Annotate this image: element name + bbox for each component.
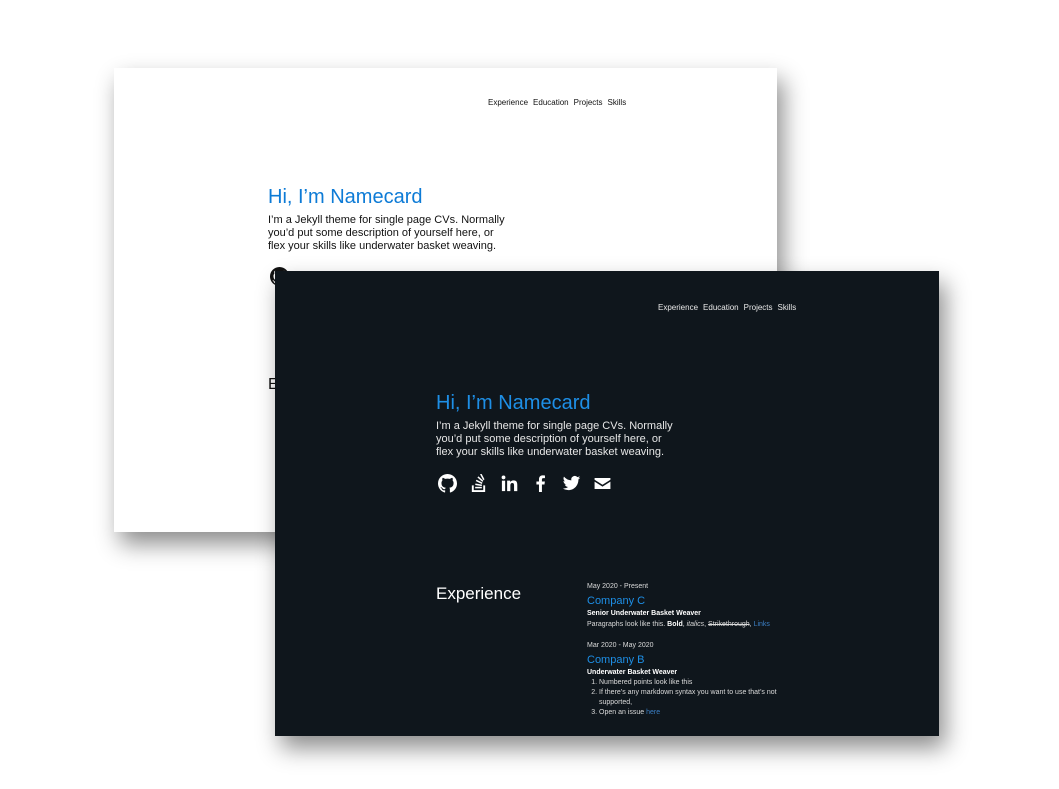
hero-title: Hi, I’m Namecard [268, 186, 423, 208]
facebook-icon[interactable] [529, 472, 551, 494]
nav-link-skills[interactable]: Skills [778, 303, 797, 312]
github-icon[interactable] [436, 472, 458, 494]
job-text-link[interactable]: Links [754, 621, 770, 628]
job-point: If there’s any markdown syntax you want … [599, 688, 797, 708]
nav-link-skills[interactable]: Skills [608, 98, 627, 107]
job-company: Company B [587, 654, 645, 666]
nav-bar: Experience Education Projects Skills [488, 98, 626, 107]
dark-theme-preview: Experience Education Projects Skills Hi,… [275, 271, 939, 736]
job-entry: May 2020 - Present Company C Senior Unde… [587, 582, 797, 630]
email-icon[interactable] [591, 472, 613, 494]
stackoverflow-icon[interactable] [467, 472, 489, 494]
linkedin-icon[interactable] [498, 472, 520, 494]
job-company: Company C [587, 595, 646, 607]
hero-title: Hi, I’m Namecard [436, 392, 591, 414]
nav-link-projects[interactable]: Projects [574, 98, 603, 107]
hero-description: I’m a Jekyll theme for single page CVs. … [436, 420, 673, 458]
nav-link-education[interactable]: Education [703, 303, 739, 312]
twitter-icon[interactable] [560, 472, 582, 494]
job-text-strike: Strikethrough [708, 621, 750, 628]
job-points: Numbered points look like this If there’… [587, 678, 797, 718]
job-entry: Mar 2020 - May 2020 Company B Underwater… [587, 641, 797, 718]
job-point-text: Open an issue [599, 709, 645, 716]
issue-link[interactable]: here [646, 709, 660, 716]
experience-list: May 2020 - Present Company C Senior Unde… [587, 582, 797, 729]
job-point: Open an issue here [599, 708, 797, 718]
job-text-italics: italics [686, 621, 705, 628]
nav-bar: Experience Education Projects Skills [658, 303, 796, 312]
nav-link-projects[interactable]: Projects [744, 303, 773, 312]
social-links [436, 472, 613, 494]
job-role: Underwater Basket Weaver [587, 669, 678, 676]
hero-description: I’m a Jekyll theme for single page CVs. … [268, 214, 505, 252]
nav-link-experience[interactable]: Experience [658, 303, 698, 312]
job-date: May 2020 - Present [587, 583, 649, 590]
job-text-bold: Bold [667, 621, 683, 628]
job-description: Paragraphs look like this. Bold, italics… [587, 621, 770, 628]
nav-link-experience[interactable]: Experience [488, 98, 528, 107]
job-date: Mar 2020 - May 2020 [587, 642, 654, 649]
job-role: Senior Underwater Basket Weaver [587, 610, 701, 617]
experience-heading: Experience [436, 584, 522, 603]
nav-link-education[interactable]: Education [533, 98, 569, 107]
job-point: Numbered points look like this [599, 678, 797, 688]
job-text-prefix: Paragraphs look like this. [587, 621, 666, 628]
